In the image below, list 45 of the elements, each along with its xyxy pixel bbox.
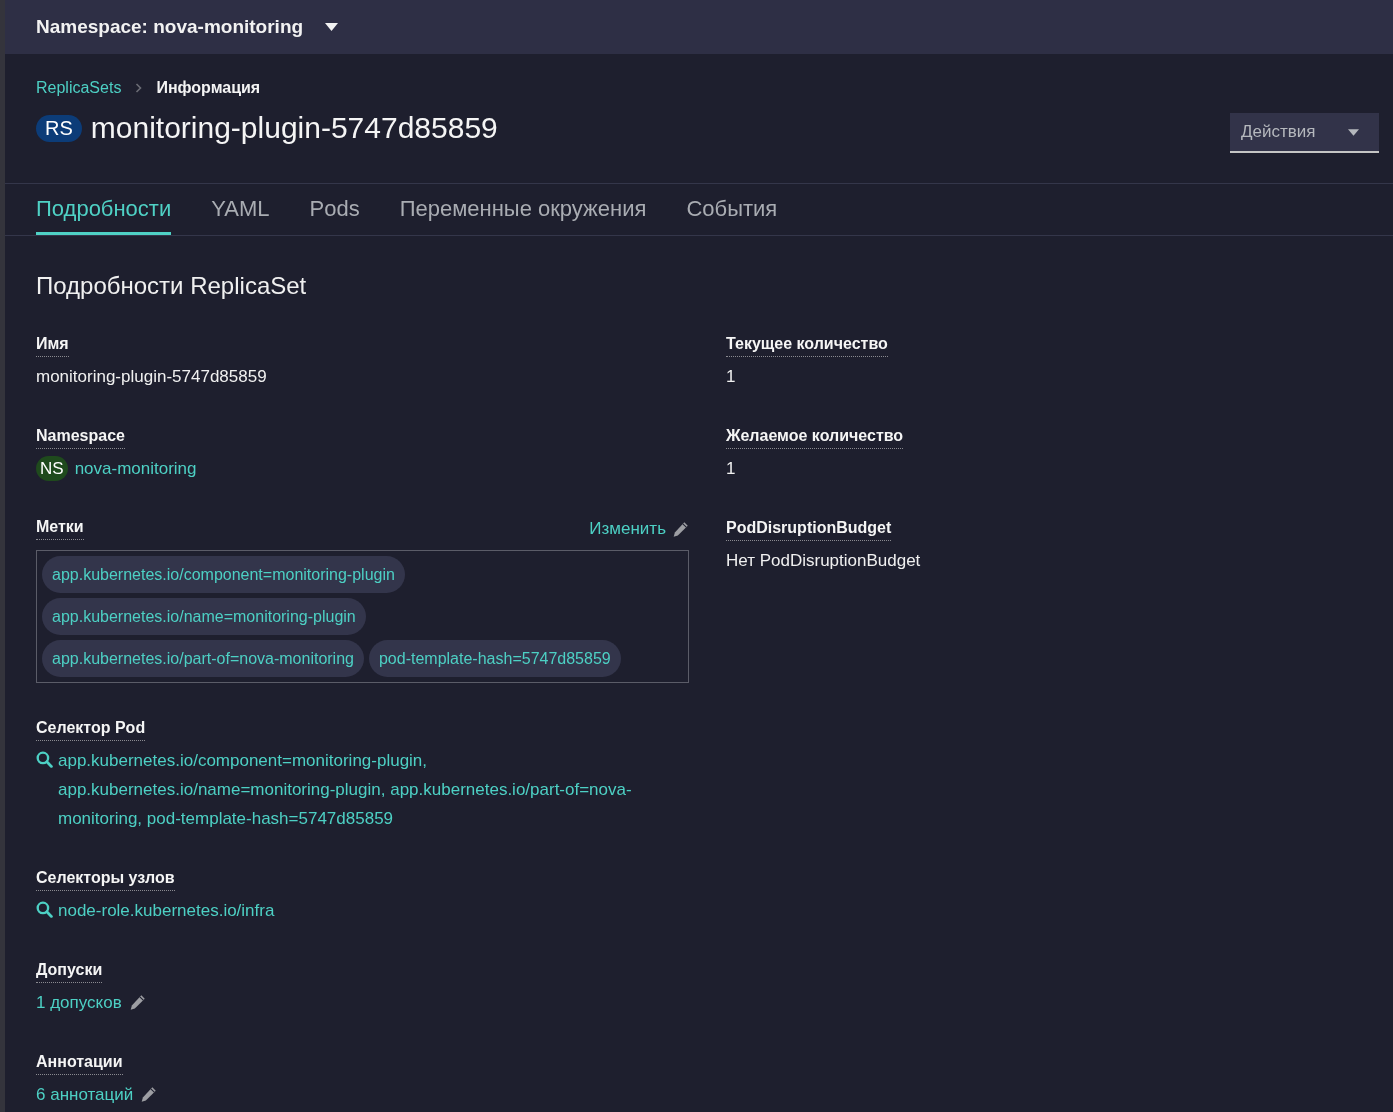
namespace-dropdown[interactable]: Namespace: nova-monitoring <box>36 14 339 40</box>
edit-link[interactable]: 6 аннотаций <box>36 1080 158 1109</box>
field-label: Допуски <box>36 959 103 983</box>
search-icon <box>36 901 53 918</box>
resource-badge: RS <box>36 115 82 142</box>
selector-link[interactable]: app.kubernetes.io/component=monitoring-plugin, app.kubernetes.io/name=monitoring-plugin, app.kubernetes.io/part-of=nova-monitoring, pod-template-hash=5747d85859 <box>58 746 689 833</box>
field-label: Текущее количество <box>726 333 888 357</box>
selector-link[interactable]: node-role.kubernetes.io/infra <box>58 896 275 925</box>
field-label: Аннотации <box>36 1051 123 1075</box>
namespace-badge: NS <box>36 456 68 481</box>
label-tag[interactable]: app.kubernetes.io/part-of=nova-monitoring <box>42 640 364 677</box>
field-label: Желаемое количество <box>726 425 904 449</box>
field-label: Метки <box>36 516 84 540</box>
caret-icon <box>1348 128 1359 136</box>
pencil-icon <box>140 1086 158 1103</box>
chevron-right-icon <box>135 83 143 93</box>
field-label: Namespace <box>36 425 125 449</box>
section-heading: Подробности ReplicaSet <box>36 271 308 301</box>
namespace-link[interactable]: nova-monitoring <box>74 454 197 483</box>
field-value: 1 <box>726 366 737 388</box>
tab[interactable]: YAML <box>211 184 270 235</box>
actions-dropdown[interactable]: Действия <box>1230 113 1379 153</box>
label-tag[interactable]: pod-template-hash=5747d85859 <box>368 640 621 677</box>
field-label: Селектор Pod <box>36 717 146 741</box>
field-value: 1 <box>726 458 737 480</box>
pencil-icon <box>672 520 689 538</box>
pencil-icon <box>128 994 146 1011</box>
label-tag[interactable]: app.kubernetes.io/name=monitoring-plugin <box>42 598 366 635</box>
tab[interactable]: События <box>686 184 778 235</box>
breadcrumb-link[interactable]: ReplicaSets <box>36 77 122 99</box>
field-value: monitoring-plugin-5747d85859 <box>36 366 268 388</box>
caret-icon <box>325 23 339 31</box>
search-icon <box>36 751 53 768</box>
tab[interactable]: Pods <box>309 184 360 235</box>
field-label: PodDisruptionBudget <box>726 517 892 541</box>
field-label: Имя <box>36 333 69 357</box>
breadcrumb-current: Информация <box>156 78 261 98</box>
label-tag[interactable]: app.kubernetes.io/component=monitoring-plugin <box>42 556 405 593</box>
edit-link[interactable]: 1 допусков <box>36 988 146 1017</box>
tab[interactable]: Переменные окружения <box>399 184 647 235</box>
tab[interactable]: Подробности <box>36 184 172 235</box>
field-label: Селекторы узлов <box>36 867 175 891</box>
edit-link[interactable]: Изменить <box>589 518 689 540</box>
field-value: Нет PodDisruptionBudget <box>726 550 922 572</box>
page-title: monitoring-plugin-5747d85859 <box>90 110 498 146</box>
